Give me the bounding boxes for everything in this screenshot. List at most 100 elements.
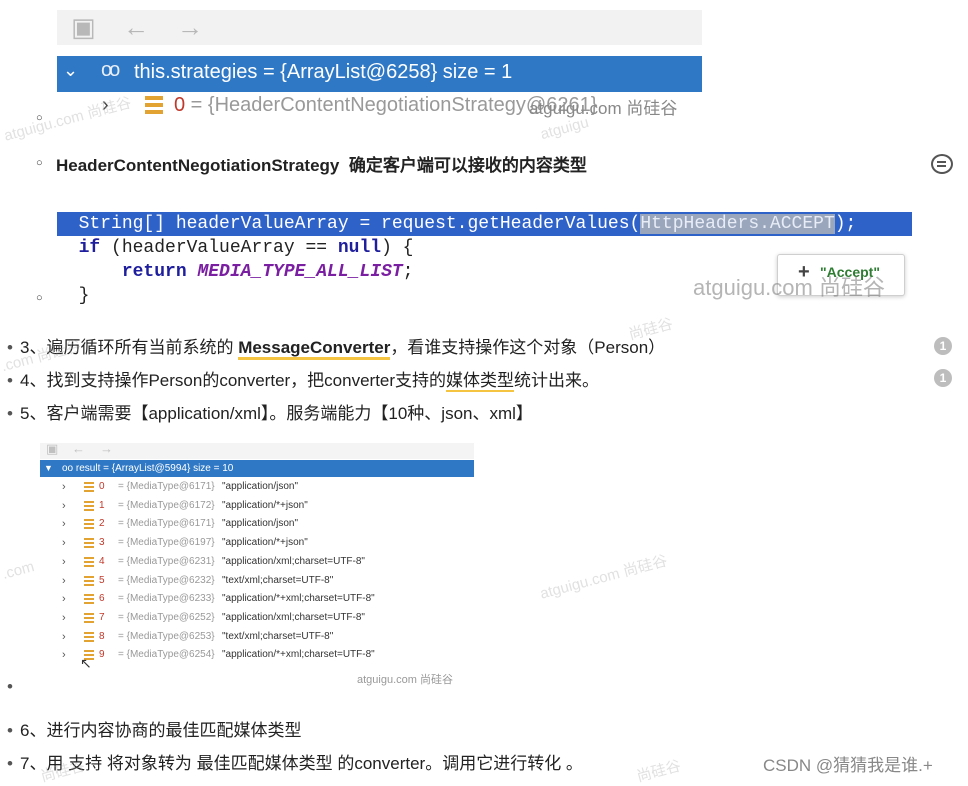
field-icon	[84, 500, 94, 512]
field-icon	[84, 594, 94, 606]
code-text: ;	[402, 262, 414, 282]
row-value: "application/*+json"	[222, 499, 308, 511]
chevron-down-icon[interactable]: ▼	[44, 460, 53, 477]
chevron-right-icon[interactable]: ›	[62, 590, 66, 608]
row-index: 3	[99, 537, 105, 549]
variable-row-selected[interactable]: ▼ oo result = {ArrayList@5994} size = 10	[40, 460, 474, 477]
watermark: 尚硅谷	[634, 757, 683, 786]
field-icon	[84, 519, 94, 531]
row-type: = {MediaType@6253}	[118, 630, 215, 642]
back-arrow-icon[interactable]: ←	[123, 13, 149, 41]
chevron-right-icon[interactable]: ›	[62, 497, 66, 515]
variable-child-row[interactable]: › 6 = {MediaType@6233} "application/*+xml;…	[40, 590, 474, 608]
layout-icon[interactable]: ▣	[46, 441, 58, 457]
forward-arrow-icon[interactable]: →	[100, 441, 113, 456]
step-text: 4、找到支持操作Person的converter，把converter支持的	[20, 371, 447, 390]
debugger-toolbar: ▣ ← →	[40, 441, 474, 459]
strategy-description: 确定客户端可以接收的内容类型	[348, 156, 587, 175]
row-index: 7	[99, 611, 105, 623]
chevron-right-icon[interactable]: ›	[62, 628, 66, 646]
code-text: );	[834, 214, 857, 234]
variable-label-text: result = {ArrayList@5994} size = 10	[75, 463, 234, 474]
chevron-right-icon[interactable]: ›	[62, 534, 66, 552]
watermark: atguigu.com 尚硅谷	[538, 552, 670, 603]
variable-child-row[interactable]: › 4 = {MediaType@6231} "application/xml;ch…	[40, 553, 474, 571]
chevron-right-icon[interactable]: ›	[62, 478, 66, 496]
row-value: "application/xml;charset=UTF-8"	[222, 611, 365, 623]
keyword: if	[78, 238, 101, 258]
chevron-right-icon[interactable]: ›	[62, 646, 66, 664]
watermark: atguigu.com 尚硅谷	[357, 674, 453, 686]
watermark: atguigu.com 尚硅谷	[529, 99, 678, 118]
row-type: = {MediaType@6231}	[118, 555, 215, 567]
step-underlined: 媒体类型	[446, 371, 515, 392]
row-type: = {MediaType@6171}	[118, 481, 215, 492]
variable-child-row[interactable]: › 7 = {MediaType@6252} "application/xml;ch…	[40, 609, 474, 627]
variable-child-row[interactable]: › 2 = {MediaType@6171} "application/json"	[40, 515, 474, 533]
code-text: }	[78, 286, 90, 306]
list-bullet: ○	[36, 292, 43, 304]
constant: MEDIA_TYPE_ALL_LIST	[197, 262, 403, 282]
comment-count-badge[interactable]: 1	[934, 337, 952, 355]
step-text: 统计出来。	[514, 371, 600, 390]
watch-glasses-icon: oo	[62, 463, 74, 474]
variable-child-row[interactable]: › 9 = {MediaType@6254} "application/*+xml;…	[40, 646, 474, 664]
comment-icon[interactable]	[931, 154, 953, 174]
chevron-right-icon[interactable]: ›	[62, 609, 66, 627]
step-bold: MessageConverter	[238, 338, 391, 360]
row-value: "application/json"	[222, 518, 299, 530]
row-index: 9	[99, 649, 105, 661]
chevron-down-icon[interactable]: ⌄	[63, 60, 78, 81]
field-icon	[84, 538, 94, 550]
footer-author: CSDN @猜猜我是谁.+	[763, 756, 933, 775]
row-index: 6	[99, 593, 105, 605]
chevron-right-icon[interactable]: ›	[62, 553, 66, 571]
row-value: "application/*+xml;charset=UTF-8"	[222, 593, 375, 605]
mouse-cursor-icon: ↖	[80, 655, 92, 671]
field-icon	[84, 482, 94, 493]
variable-label: this.strategies = {ArrayList@6258} size …	[134, 61, 513, 83]
row-type: = {MediaType@6252}	[118, 611, 215, 623]
field-icon	[84, 631, 94, 643]
debugger-variables-panel-2: ▣ ← → ▼ oo result = {ArrayList@5994} siz…	[40, 441, 474, 688]
step-text: 7、用 支持 将对象转为 最佳匹配媒体类型 的converter。调用它进行转化…	[20, 754, 583, 773]
variable-child-row[interactable]: › 5 = {MediaType@6232} "text/xml;charset=U…	[40, 572, 474, 590]
row-value: "application/xml;charset=UTF-8"	[222, 555, 365, 567]
debugger-variables-panel: ▣ ← → ⌄ oo this.strategies = {ArrayList@…	[57, 10, 702, 122]
variable-child-row[interactable]: › 8 = {MediaType@6253} "text/xml;charset=U…	[40, 628, 474, 646]
step-text: 5、客户端需要【application/xml】。服务端能力【10种、json、…	[20, 404, 533, 423]
row-value: "text/xml;charset=UTF-8"	[222, 630, 334, 642]
list-bullet: •	[7, 404, 13, 423]
row-type: = {MediaType@6232}	[118, 574, 215, 586]
row-type: = {MediaType@6233}	[118, 593, 215, 605]
layout-icon[interactable]: ▣	[71, 13, 96, 41]
list-item: • 7、用 支持 将对象转为 最佳匹配媒体类型 的converter。调用它进行转…	[0, 749, 583, 774]
chevron-right-icon[interactable]: ›	[62, 572, 66, 590]
back-arrow-icon[interactable]: ←	[72, 441, 85, 456]
row-value: "application/*+xml;charset=UTF-8"	[222, 649, 375, 661]
chevron-right-icon[interactable]: ›	[62, 515, 66, 533]
comment-count-badge[interactable]: 1	[934, 369, 952, 387]
variable-child-row[interactable]: › 1 = {MediaType@6172} "application/*+json…	[40, 497, 474, 515]
variable-child-row[interactable]: › 3 = {MediaType@6197} "application/*+json…	[40, 534, 474, 552]
code-text: ) {	[381, 238, 414, 258]
list-bullet: ○	[36, 157, 43, 169]
code-line: String[] headerValueArray = request.getH…	[57, 212, 912, 236]
variable-label: oo result = {ArrayList@5994} size = 10	[62, 460, 233, 477]
row-type: = {MediaType@6172}	[118, 499, 215, 511]
list-item: • 6、进行内容协商的最佳匹配媒体类型	[0, 716, 301, 741]
list-item: • 4、找到支持操作Person的converter，把converter支持的媒…	[0, 366, 600, 392]
variable-row-selected[interactable]: ⌄ oo this.strategies = {ArrayList@6258} …	[57, 56, 702, 92]
list-bullet: •	[7, 754, 13, 773]
row-index: 8	[99, 630, 105, 642]
row-index: 1	[99, 499, 105, 511]
strategy-heading: HeaderContentNegotiationStrategy 确定客户端可以…	[56, 151, 587, 176]
row-type: = {MediaType@6197}	[118, 537, 215, 549]
field-icon	[84, 556, 94, 568]
watermark: atguigu.com 尚硅谷	[693, 275, 885, 300]
row-type: = {MediaType@6254}	[118, 649, 215, 661]
forward-arrow-icon[interactable]: →	[177, 13, 203, 41]
variable-child-row[interactable]: › 0 = {MediaType@6171} "application/json"	[40, 478, 474, 496]
list-item: •	[0, 677, 20, 697]
step-text: 6、进行内容协商的最佳匹配媒体类型	[20, 721, 302, 740]
